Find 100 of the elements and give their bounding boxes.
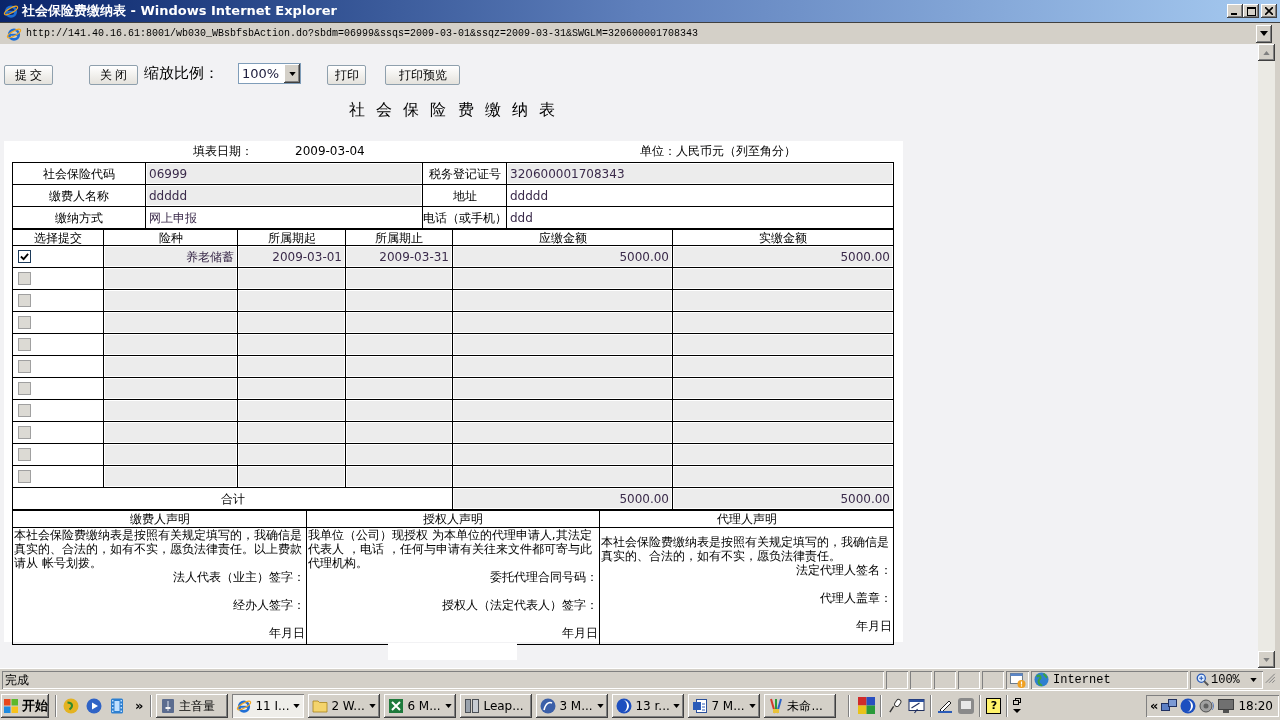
text-field[interactable]: [347, 357, 451, 376]
clock[interactable]: 18:20: [1238, 696, 1273, 715]
maximize-button[interactable]: [1243, 4, 1259, 18]
form-button[interactable]: 关 闭: [89, 64, 138, 85]
speaker-icon[interactable]: [1199, 697, 1216, 714]
form-button[interactable]: 打印预览: [385, 64, 460, 85]
address-dropdown-button[interactable]: [1256, 24, 1272, 43]
network-icon[interactable]: [1161, 697, 1178, 714]
text-field[interactable]: [347, 269, 451, 288]
text-field[interactable]: [239, 467, 344, 486]
text-field[interactable]: [347, 291, 451, 310]
taskbar-button[interactable]: 2 W...: [308, 693, 381, 718]
text-field[interactable]: [239, 313, 344, 332]
text-field[interactable]: [454, 269, 671, 288]
text-field[interactable]: [239, 423, 344, 442]
text-field[interactable]: [239, 291, 344, 310]
text-field[interactable]: [239, 401, 344, 420]
window-tile-icon[interactable]: [958, 697, 975, 714]
scroll-up-button[interactable]: [1258, 44, 1275, 61]
text-field[interactable]: [454, 445, 671, 464]
text-field[interactable]: [674, 357, 892, 376]
text-field[interactable]: [105, 269, 236, 288]
text-field[interactable]: [347, 401, 451, 420]
taskbar-button[interactable]: 主音量: [156, 693, 229, 718]
text-field[interactable]: [347, 335, 451, 354]
tray-expand-button[interactable]: «: [1150, 699, 1159, 712]
text-field[interactable]: [105, 379, 236, 398]
text-field[interactable]: [239, 445, 344, 464]
text-field[interactable]: [347, 467, 451, 486]
text-field[interactable]: [347, 379, 451, 398]
text-field[interactable]: [105, 313, 236, 332]
text-field[interactable]: [454, 401, 671, 420]
text-field[interactable]: 320600001708343: [508, 164, 892, 183]
text-field[interactable]: [454, 357, 671, 376]
text-field[interactable]: [454, 467, 671, 486]
monitor-icon[interactable]: [1218, 697, 1235, 714]
text-field[interactable]: [347, 423, 451, 442]
text-field[interactable]: [674, 291, 892, 310]
text-field[interactable]: [239, 379, 344, 398]
taskbar-button[interactable]: 13 r...: [612, 693, 685, 718]
text-field[interactable]: [239, 335, 344, 354]
four-squares-icon[interactable]: [858, 697, 876, 714]
text-field[interactable]: [454, 423, 671, 442]
taskbar-button[interactable]: 3 M...: [536, 693, 609, 718]
close-button[interactable]: [1261, 4, 1277, 18]
text-field[interactable]: 06999: [147, 164, 421, 183]
text-field[interactable]: 5000.00: [674, 247, 892, 266]
text-field[interactable]: [674, 379, 892, 398]
start-button[interactable]: 开始: [1, 693, 49, 718]
text-field[interactable]: [105, 423, 236, 442]
taskbar-button[interactable]: 11 I...: [232, 693, 305, 718]
text-field[interactable]: [347, 313, 451, 332]
quick-launch-more[interactable]: »: [135, 699, 144, 712]
resize-grip-icon[interactable]: [1265, 673, 1278, 686]
text-field[interactable]: [105, 467, 236, 486]
text-field[interactable]: [239, 269, 344, 288]
minimize-button[interactable]: [1227, 4, 1243, 18]
toolbar-options-icon[interactable]: [1013, 697, 1022, 714]
text-field[interactable]: 5000.00: [674, 489, 892, 508]
taskbar-button[interactable]: 7 M...: [688, 693, 761, 718]
form-button[interactable]: 提 交: [4, 64, 53, 85]
drawing-pad-icon[interactable]: [908, 697, 926, 714]
text-field[interactable]: [674, 423, 892, 442]
text-field[interactable]: [454, 291, 671, 310]
address-url[interactable]: http://141.40.16.61:8001/wb030_WBsbfsbAction.do?sbdm=06999&ssqs=2009-03-01&ssqz=2009-03-31&SWGLM=320600001708343: [26, 26, 699, 41]
text-field[interactable]: [454, 335, 671, 354]
text-field[interactable]: [105, 335, 236, 354]
film-strip-icon[interactable]: [109, 697, 125, 714]
text-field[interactable]: [674, 269, 892, 288]
text-field[interactable]: 5000.00: [454, 489, 671, 508]
crescent-disc-icon[interactable]: [1180, 697, 1197, 714]
text-field[interactable]: [105, 445, 236, 464]
text-field[interactable]: [674, 445, 892, 464]
text-field[interactable]: [454, 379, 671, 398]
text-field[interactable]: [347, 445, 451, 464]
text-field[interactable]: 2009-03-31: [347, 247, 451, 266]
help-button[interactable]: ?: [986, 697, 1002, 714]
text-field[interactable]: [105, 401, 236, 420]
zoom-button[interactable]: 100%: [1190, 670, 1263, 689]
checkbox[interactable]: [18, 250, 31, 263]
text-field[interactable]: [674, 335, 892, 354]
text-field[interactable]: [454, 313, 671, 332]
text-field[interactable]: 2009-03-01: [239, 247, 344, 266]
select-arrow-button[interactable]: [284, 64, 300, 83]
taskbar-button[interactable]: 6 M...: [384, 693, 457, 718]
form-button[interactable]: 打印: [327, 64, 366, 85]
taskbar-button[interactable]: Leap...: [460, 693, 533, 718]
text-field[interactable]: [239, 357, 344, 376]
text-field[interactable]: ddddd: [147, 186, 421, 205]
text-field[interactable]: 5000.00: [454, 247, 671, 266]
text-field[interactable]: [105, 357, 236, 376]
text-field[interactable]: [674, 467, 892, 486]
play-icon[interactable]: [86, 697, 102, 714]
text-field[interactable]: 养老储蓄: [105, 247, 236, 266]
taskbar-button[interactable]: 未命...: [764, 693, 837, 718]
microphone-icon[interactable]: [888, 698, 904, 713]
text-field[interactable]: [105, 291, 236, 310]
text-field[interactable]: [674, 313, 892, 332]
zoom-select[interactable]: 100%: [238, 63, 301, 84]
text-field[interactable]: [674, 401, 892, 420]
